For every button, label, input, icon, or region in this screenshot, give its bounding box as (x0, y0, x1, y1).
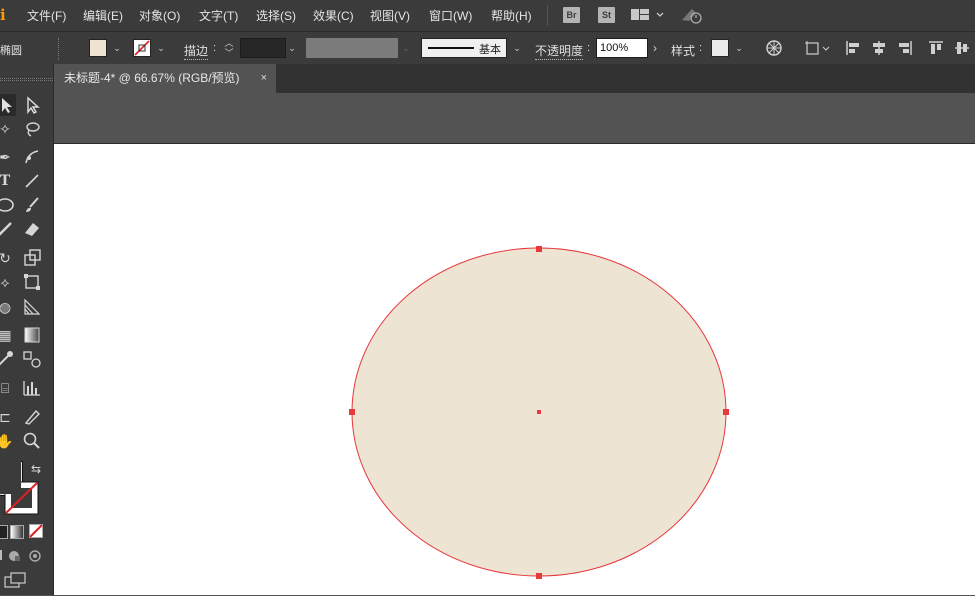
artboard-canvas[interactable] (54, 144, 975, 596)
style-label: 样式 (671, 44, 696, 58)
direct-selection-tool-icon[interactable] (21, 94, 43, 116)
slice-tool-icon[interactable] (21, 406, 43, 428)
ellipse-tool-icon[interactable] (0, 194, 16, 216)
stroke-weight-dropdown-icon[interactable]: ⌄ (285, 39, 299, 57)
menu-select[interactable]: 选择(S) (256, 7, 296, 24)
anchor-point-right[interactable] (723, 409, 729, 415)
anchor-point-left[interactable] (349, 409, 355, 415)
mesh-tool-icon[interactable]: ▦ (0, 324, 16, 346)
menu-view[interactable]: 视图(V) (370, 7, 410, 24)
recolor-artwork-icon[interactable] (764, 39, 784, 57)
menu-divider (547, 5, 548, 26)
lasso-tool-icon[interactable] (21, 118, 43, 140)
hand-tool-icon[interactable]: ✋ (0, 430, 16, 452)
line-segment-tool-icon[interactable] (21, 170, 43, 192)
brush-definition[interactable]: 基本 (421, 38, 507, 58)
free-transform-tool-icon[interactable] (21, 271, 43, 293)
anchor-point-top[interactable] (536, 246, 542, 252)
menu-bar: i 文件(F) 编辑(E) 对象(O) 文字(T) 选择(S) 效果(C) 视图… (0, 0, 975, 31)
control-bar: 椭圆 ⌄ ⌄ 描边 : ︿ ﹀ ⌄ ⌄ 基本 ⌄ 不透明度 : 100% › 样式… (0, 31, 975, 65)
variable-width-profile[interactable] (306, 38, 398, 58)
fill-dropdown-icon[interactable]: ⌄ (110, 39, 124, 57)
transform-panel-icon[interactable] (803, 39, 831, 57)
tools-panel-grip[interactable] (0, 78, 53, 81)
type-tool-icon[interactable]: T (0, 170, 16, 192)
scale-tool-icon[interactable] (21, 247, 43, 269)
gradient-mode-icon[interactable] (10, 525, 24, 539)
menu-effect[interactable]: 效果(C) (313, 7, 354, 24)
blend-tool-icon[interactable] (21, 348, 43, 370)
symbol-sprayer-tool-icon[interactable]: ⌸ (0, 377, 16, 399)
align-right-icon[interactable] (896, 39, 914, 57)
artboard-tool-icon[interactable]: ⊏ (0, 406, 16, 428)
brush-style-label: 基本 (479, 44, 501, 56)
document-tab-strip: 未标题-4* @ 66.67% (RGB/预览) × (54, 64, 975, 93)
pen-tool-icon[interactable]: ✒ (0, 146, 16, 168)
close-icon[interactable]: × (261, 64, 267, 93)
document-tab[interactable]: 未标题-4* @ 66.67% (RGB/预览) × (54, 64, 276, 93)
opacity-label-colon: : (587, 42, 591, 54)
align-top-icon[interactable] (927, 39, 945, 57)
menu-type[interactable]: 文字(T) (199, 7, 238, 24)
shaper-tool-icon[interactable] (0, 218, 16, 240)
stroke-weight-stepper[interactable]: ︿ ﹀ (222, 38, 236, 58)
eyedropper-tool-icon[interactable] (0, 348, 16, 370)
stock-button[interactable]: St (598, 7, 615, 23)
align-left-icon[interactable] (844, 39, 862, 57)
profile-dropdown-icon[interactable]: ⌄ (399, 39, 413, 57)
menu-file[interactable]: 文件(F) (27, 7, 66, 24)
bridge-button[interactable]: Br (563, 7, 580, 23)
rotate-tool-icon[interactable]: ↻ (0, 247, 16, 269)
perspective-grid-tool-icon[interactable] (21, 296, 43, 318)
opacity-label[interactable]: 不透明度 (535, 42, 584, 60)
width-tool-icon[interactable]: ⟡ (0, 271, 16, 293)
swap-fill-stroke-icon[interactable]: ⇆ (25, 458, 47, 480)
anchor-point-bottom[interactable] (536, 573, 542, 579)
control-grip (58, 38, 67, 60)
stroke-label[interactable]: 描边 (184, 42, 209, 60)
paintbrush-tool-icon[interactable] (21, 194, 43, 216)
gpu-performance-icon[interactable] (680, 6, 704, 24)
color-mode-icon[interactable] (0, 525, 8, 539)
workspace-switcher-icon[interactable] (630, 8, 666, 22)
draw-mode-icons[interactable] (0, 548, 44, 562)
artboard[interactable] (54, 143, 975, 595)
menu-window[interactable]: 窗口(W) (429, 7, 472, 24)
stroke-dropdown-icon[interactable]: ⌄ (154, 39, 168, 57)
align-horizontal-center-icon[interactable] (870, 39, 888, 57)
object-type-label: 椭圆 (0, 45, 22, 57)
selection-tool-icon[interactable] (0, 94, 16, 116)
stroke-label-colon: : (213, 42, 217, 54)
zoom-tool-icon[interactable] (21, 430, 43, 452)
gradient-tool-icon[interactable] (21, 324, 43, 346)
fill-box-overlay (0, 461, 21, 494)
column-graph-tool-icon[interactable] (21, 377, 43, 399)
brush-stroke-preview (428, 47, 474, 49)
eraser-tool-icon[interactable] (21, 218, 43, 240)
curvature-tool-icon[interactable] (21, 146, 43, 168)
none-mode-icon[interactable] (29, 524, 43, 538)
screen-mode-icon[interactable] (4, 572, 28, 588)
document-tab-title: 未标题-4* @ 66.67% (RGB/预览) (64, 71, 240, 85)
tools-panel: ✧ ✒ T ↻ ⟡ ◍ ▦ ⌸ ⊏ ✋ ⇆ (0, 64, 54, 595)
menu-help[interactable]: 帮助(H) (491, 7, 532, 24)
magic-wand-tool-icon[interactable]: ✧ (0, 118, 16, 140)
stroke-weight-input[interactable] (240, 38, 286, 58)
style-dropdown-icon[interactable]: ⌄ (732, 39, 746, 57)
align-vertical-center-icon[interactable] (953, 39, 971, 57)
brush-dropdown-icon[interactable]: ⌄ (510, 39, 524, 57)
menu-edit[interactable]: 编辑(E) (83, 7, 123, 24)
menu-object[interactable]: 对象(O) (139, 7, 180, 24)
center-point[interactable] (537, 410, 541, 414)
opacity-input[interactable]: 100% (596, 38, 648, 58)
pasteboard[interactable] (54, 93, 975, 143)
style-label-colon: : (699, 42, 703, 54)
graphic-style-swatch[interactable] (711, 39, 729, 57)
app-logo: i (0, 6, 6, 24)
stroke-color-swatch[interactable] (133, 39, 151, 57)
opacity-arrow-icon[interactable]: › (648, 39, 662, 57)
fill-color-swatch[interactable] (89, 39, 107, 57)
shape-builder-tool-icon[interactable]: ◍ (0, 296, 16, 318)
